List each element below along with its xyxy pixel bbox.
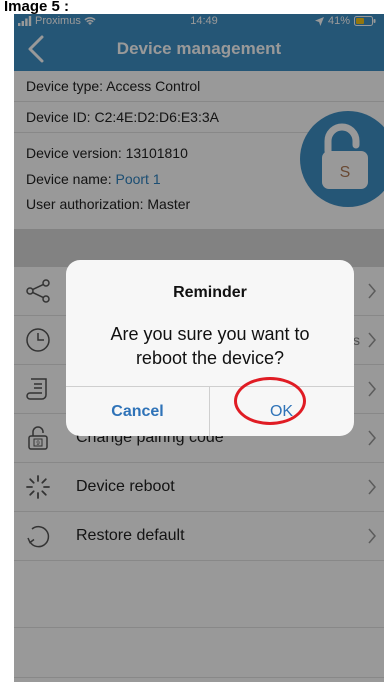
cancel-button[interactable]: Cancel — [66, 387, 209, 436]
highlight-annotation — [234, 377, 306, 425]
phone-screen: Proximus 14:49 41% Device management Dev… — [14, 14, 384, 682]
dialog-message: Are you sure you want to reboot the devi… — [110, 324, 310, 368]
dialog-button-bar: Cancel OK — [66, 386, 354, 436]
image-caption: Image 5 : — [0, 0, 384, 14]
dialog-title: Reminder — [173, 284, 247, 301]
reminder-dialog: Reminder Are you sure you want to reboot… — [66, 260, 354, 436]
